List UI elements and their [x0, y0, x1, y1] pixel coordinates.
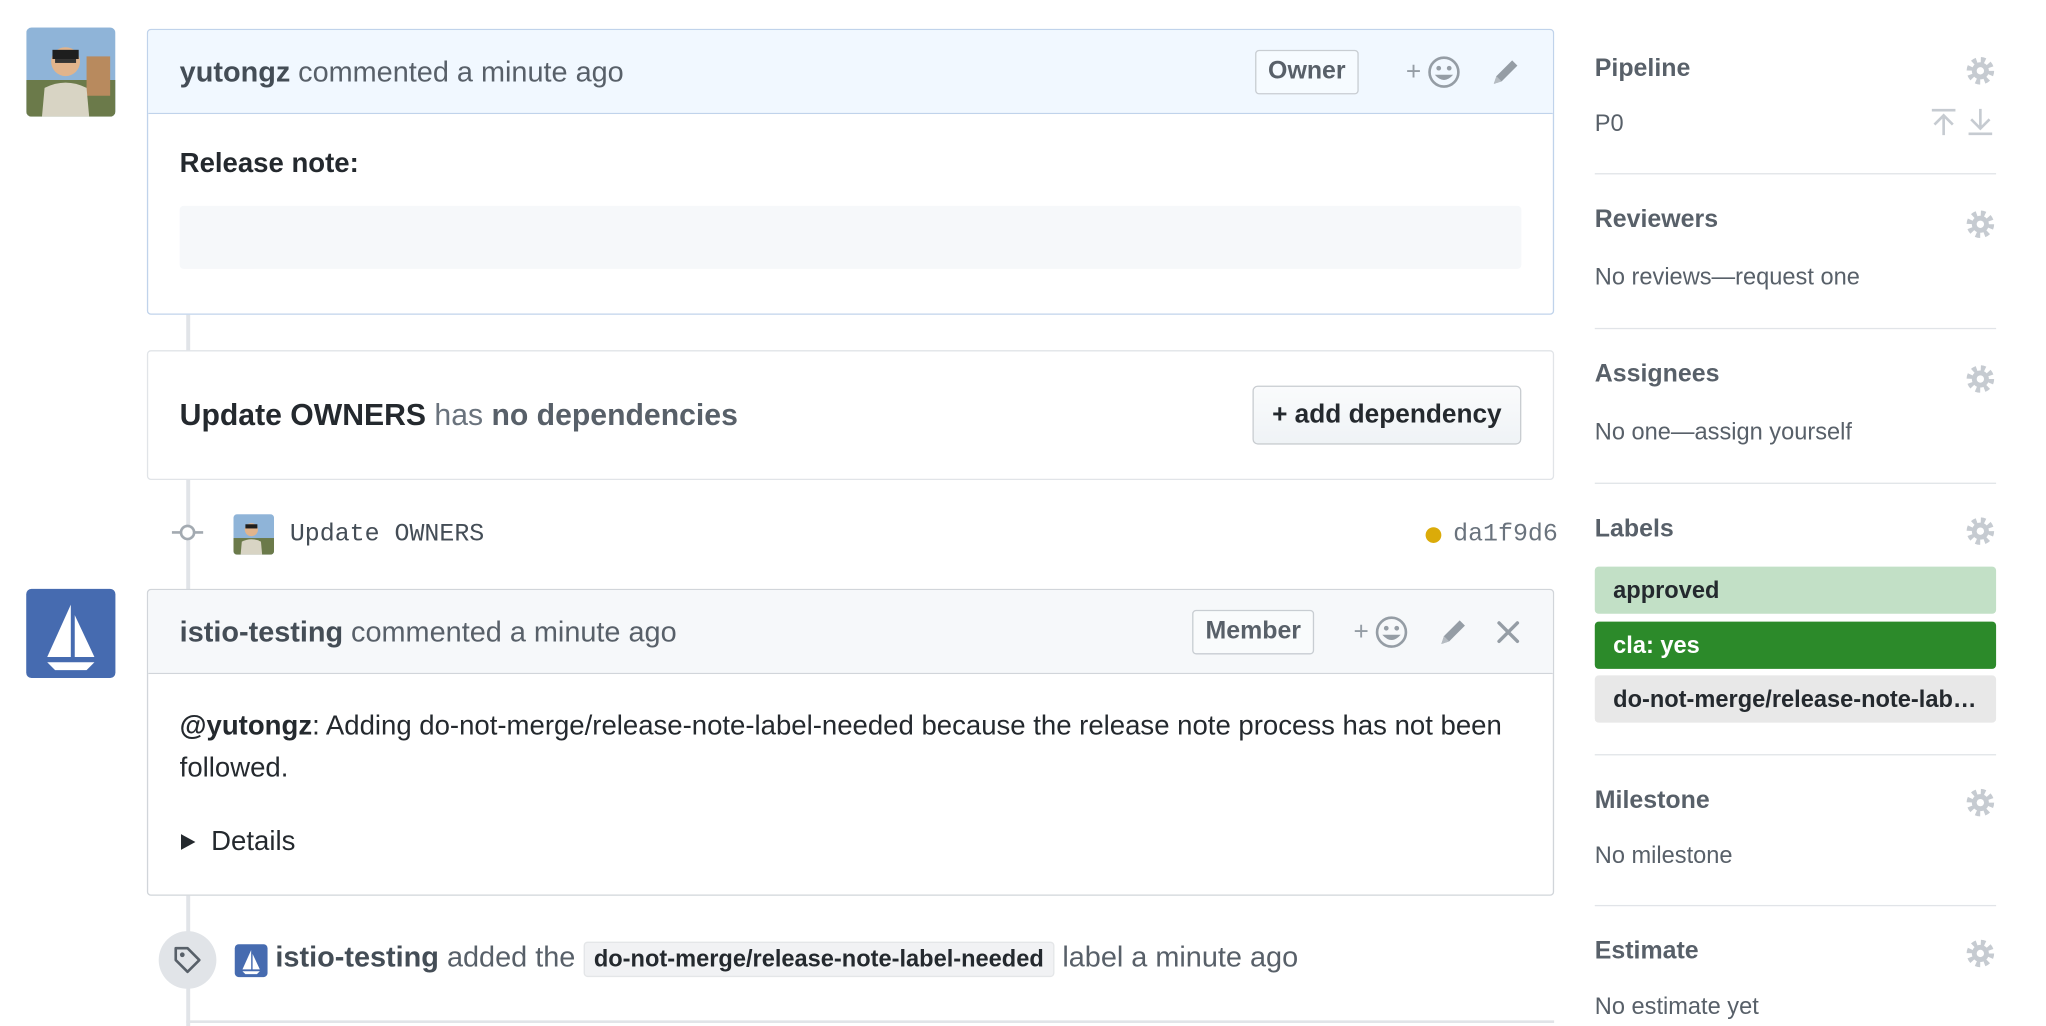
milestone-value: No milestone	[1594, 841, 1733, 869]
svg-text:+: +	[1353, 615, 1368, 645]
commit-icon	[171, 519, 204, 552]
dependency-box: Update OWNERS has no dependencies + add …	[146, 350, 1555, 481]
pipeline-heading[interactable]: Pipeline	[1595, 55, 1996, 84]
dependency-status: no dependencies	[491, 397, 738, 432]
milestone-heading[interactable]: Milestone	[1595, 787, 1996, 816]
svg-text:+: +	[1406, 55, 1421, 85]
comment-header: istio-testing commented a minute ago Mem…	[148, 590, 1553, 675]
move-to-top-button[interactable]	[1931, 108, 1957, 143]
avatar-yutongz[interactable]	[26, 27, 116, 117]
comment-message: : Adding do-not-merge/release-note-label…	[179, 710, 1502, 783]
estimate-settings-button[interactable]	[1965, 938, 1996, 976]
reviewers-heading[interactable]: Reviewers	[1595, 206, 1996, 235]
comment-body: Release note:	[148, 114, 1553, 300]
commit-sha[interactable]: da1f9d6	[1453, 519, 1558, 548]
gear-icon	[1966, 365, 1995, 393]
pipeline-settings-button[interactable]	[1965, 55, 1996, 93]
arrow-to-bottom-icon	[1968, 108, 1993, 136]
pencil-icon	[1493, 59, 1518, 84]
commit-message[interactable]: Update OWNERS	[290, 519, 484, 548]
sidebar-divider	[1594, 904, 1997, 907]
comment-author[interactable]: istio-testing	[180, 614, 344, 648]
edit-comment-button[interactable]	[1437, 616, 1468, 647]
comment-author[interactable]: yutongz	[180, 54, 291, 88]
details-toggle[interactable]: Details	[180, 821, 1522, 863]
sidebar-milestone: Milestone No milestone	[1595, 787, 1996, 870]
sidebar-divider	[1594, 482, 1997, 484]
label-do-not-merge[interactable]: do-not-merge/release-note-label-needed	[1594, 675, 1997, 723]
commit-author-avatar[interactable]	[233, 514, 275, 555]
labels-heading[interactable]: Labels	[1595, 515, 1996, 544]
code-block	[179, 205, 1522, 269]
release-note-heading: Release note:	[179, 148, 359, 179]
assignees-heading[interactable]: Assignees	[1595, 361, 1996, 390]
label-approved[interactable]: approved	[1594, 566, 1997, 614]
dependency-pr-title: Update OWNERS	[179, 397, 427, 432]
close-icon	[1497, 620, 1520, 643]
move-to-bottom-button[interactable]	[1967, 108, 1993, 143]
estimate-value: No estimate yet	[1594, 992, 1759, 1020]
sidebar-divider	[1594, 754, 1997, 756]
commit-status-dot[interactable]	[1425, 527, 1442, 543]
dependency-title: Update OWNERS has no dependencies	[180, 397, 738, 432]
comment-member: istio-testing commented a minute ago Mem…	[146, 588, 1555, 896]
add-reaction-button[interactable]: +	[1353, 613, 1411, 650]
label-cla-yes[interactable]: cla: yes	[1594, 621, 1997, 669]
gear-icon	[1966, 517, 1995, 545]
edit-comment-button[interactable]	[1490, 56, 1521, 87]
event-label[interactable]: do-not-merge/release-note-label-needed	[583, 941, 1055, 978]
reviewers-settings-button[interactable]	[1965, 209, 1996, 247]
assignees-value[interactable]: No one—assign yourself	[1595, 418, 1996, 446]
gear-icon	[1966, 210, 1995, 239]
event-suffix: label a minute ago	[1062, 940, 1299, 974]
reviewers-value[interactable]: No reviews—request one	[1595, 264, 1996, 292]
gear-icon	[1966, 788, 1995, 817]
event-actor[interactable]: istio-testing	[275, 940, 439, 973]
estimate-heading[interactable]: Estimate	[1595, 938, 1996, 967]
istio-sail-icon	[242, 950, 260, 975]
sidebar-estimate: Estimate No estimate yet	[1595, 938, 1996, 1021]
label-event: istio-testing added the do-not-merge/rel…	[275, 940, 1299, 978]
gear-icon	[1966, 939, 1995, 968]
istio-sail-icon	[47, 604, 95, 671]
member-badge: Member	[1192, 609, 1315, 654]
event-actor-avatar[interactable]	[234, 944, 268, 978]
comment-timestamp[interactable]: commented a minute ago	[351, 614, 677, 648]
owner-badge: Owner	[1254, 49, 1359, 94]
sidebar-divider	[1594, 327, 1997, 330]
add-reaction-button[interactable]: +	[1406, 53, 1464, 90]
comment-owner: yutongz commented a minute ago Owner + R…	[146, 28, 1555, 315]
details-label: Details	[211, 826, 296, 857]
avatar-istio-testing[interactable]	[26, 588, 116, 679]
delete-comment-button[interactable]	[1495, 618, 1521, 644]
comment-body: @yutongz: Adding do-not-merge/release-no…	[148, 674, 1553, 894]
label-event-badge	[158, 931, 217, 989]
dependency-has: has	[434, 397, 484, 432]
sidebar-divider	[1594, 173, 1997, 175]
sidebar-assignees: Assignees No one—assign yourself	[1595, 361, 1996, 446]
mention-link[interactable]: @yutongz	[180, 711, 312, 741]
assignees-settings-button[interactable]	[1965, 363, 1996, 401]
triangle-right-icon	[180, 834, 196, 850]
comment-timestamp[interactable]: commented a minute ago	[298, 54, 624, 88]
gear-icon	[1966, 57, 1995, 85]
comment-text: @yutongz: Adding do-not-merge/release-no…	[180, 706, 1522, 790]
add-dependency-button[interactable]: + add dependency	[1252, 385, 1522, 445]
event-action: added the	[446, 940, 576, 974]
sidebar-reviewers: Reviewers No reviews—request one	[1595, 206, 1996, 291]
sidebar-labels: Labels	[1595, 515, 1996, 545]
tag-icon	[174, 946, 201, 974]
arrow-to-top-icon	[1931, 108, 1956, 136]
milestone-settings-button[interactable]	[1965, 787, 1996, 825]
pr-conversation: yutongz commented a minute ago Owner + R…	[0, 0, 2046, 1026]
add-reaction-icon: +	[1353, 615, 1408, 648]
labels-settings-button[interactable]	[1965, 515, 1996, 553]
sidebar-pipeline: Pipeline P0	[1595, 55, 1996, 147]
timeline-line	[186, 314, 191, 352]
comment-header: yutongz commented a minute ago Owner +	[148, 30, 1553, 115]
timeline-divider	[186, 1020, 1555, 1023]
add-reaction-icon: +	[1406, 55, 1460, 88]
pencil-icon	[1441, 619, 1465, 644]
